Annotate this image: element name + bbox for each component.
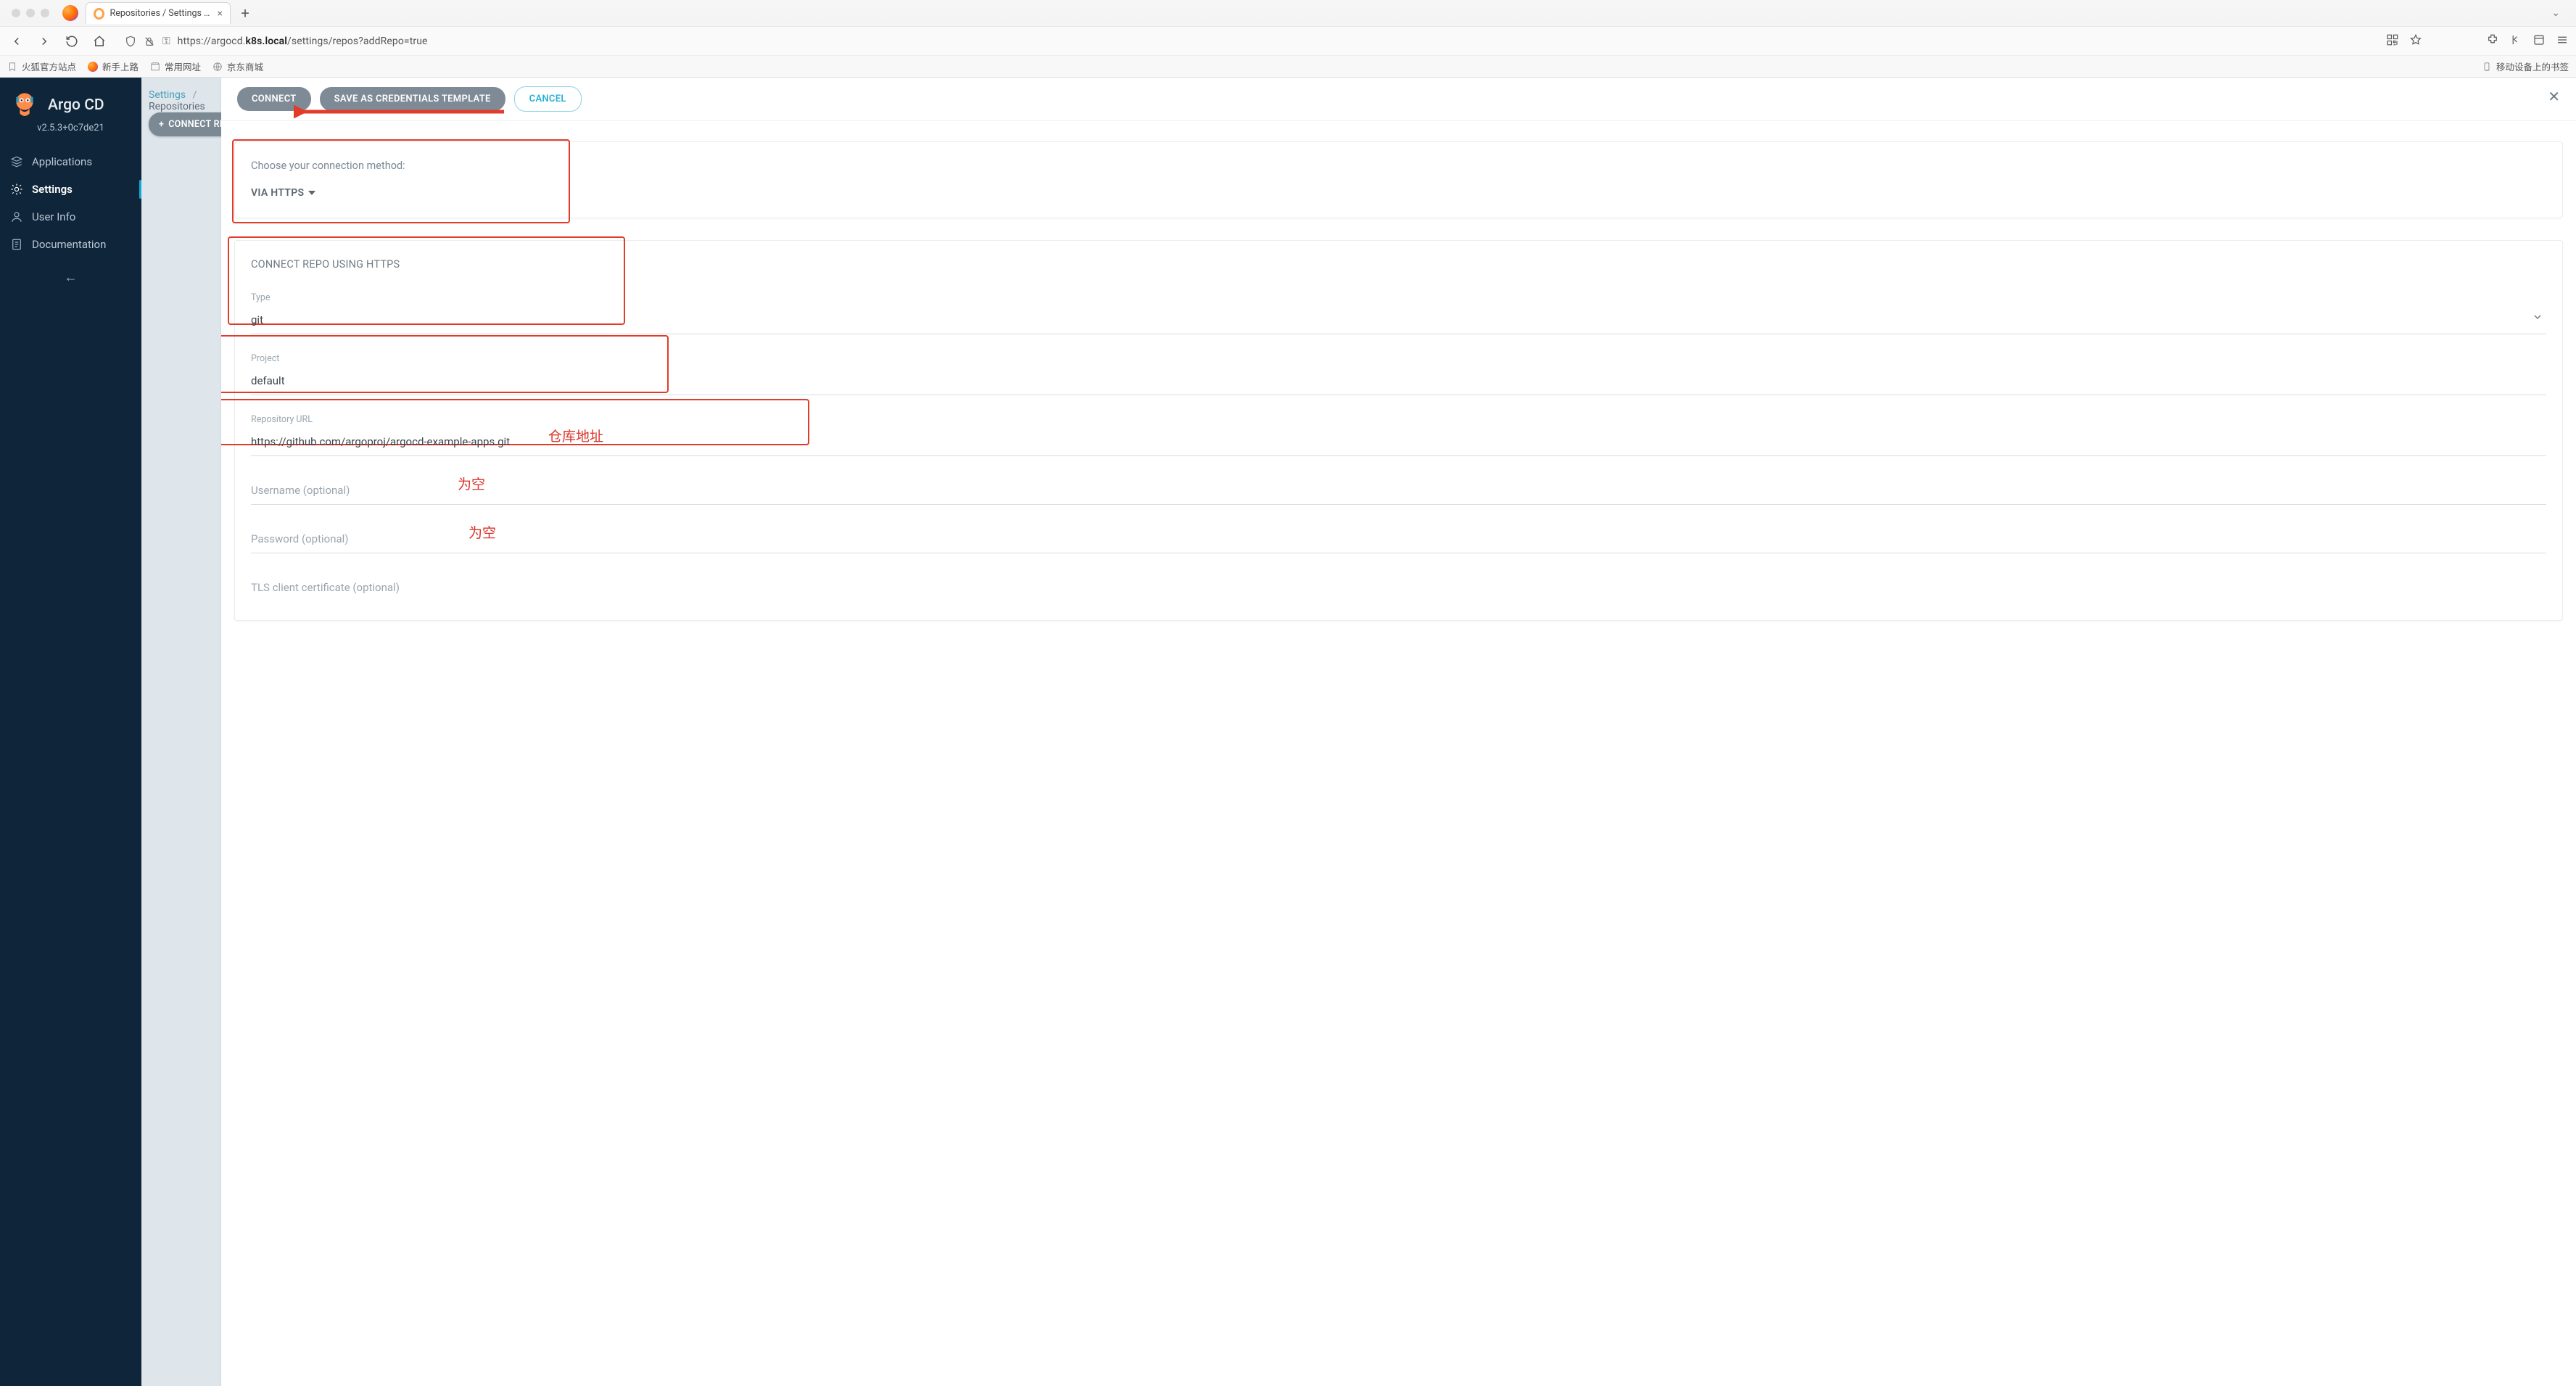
key-icon: ⚿: [162, 36, 170, 47]
account-icon[interactable]: [2532, 33, 2546, 49]
field-label: Type: [251, 292, 2546, 303]
library-icon[interactable]: [2509, 33, 2522, 49]
tabs-dropdown-icon[interactable]: ⌄: [2541, 7, 2570, 19]
sidebar-item-label: Settings: [32, 183, 73, 196]
forward-button[interactable]: [35, 32, 54, 51]
traffic-light-close[interactable]: [12, 9, 20, 17]
sidebar-item-label: Documentation: [32, 238, 106, 251]
field-repo-url: Repository URL 仓库地址: [251, 414, 2546, 456]
breadcrumb: Settings / Repositories: [149, 89, 213, 112]
window-controls: [6, 9, 55, 17]
sidebar-item-documentation[interactable]: Documentation: [0, 231, 141, 258]
method-dropdown[interactable]: VIA HTTPS: [251, 187, 315, 199]
close-tab-icon[interactable]: ×: [218, 8, 223, 20]
type-select[interactable]: [251, 309, 2546, 334]
plus-icon: +: [159, 119, 164, 130]
panel-toolbar: CONNECT SAVE AS CREDENTIALS TEMPLATE CAN…: [221, 78, 2576, 121]
field-tls-cert: [251, 577, 2546, 601]
sidebar-item-label: Applications: [32, 155, 92, 168]
sliding-panel: CONNECT SAVE AS CREDENTIALS TEMPLATE CAN…: [221, 78, 2576, 1386]
field-password: 为空: [251, 528, 2546, 553]
firefox-logo-icon: [62, 5, 78, 21]
traffic-light-min[interactable]: [26, 9, 35, 17]
star-icon[interactable]: [2409, 33, 2422, 49]
password-input[interactable]: [251, 528, 2546, 553]
address-bar[interactable]: ⚿ https://argocd.k8s.local/settings/repo…: [117, 36, 2377, 47]
field-project: Project: [251, 353, 2546, 395]
addons-icon[interactable]: [2486, 33, 2499, 49]
traffic-light-max[interactable]: [41, 9, 49, 17]
connect-button[interactable]: CONNECT: [237, 87, 311, 111]
back-button[interactable]: [7, 32, 26, 51]
method-label: Choose your connection method:: [251, 160, 2546, 172]
sidebar: Argo CD v2.5.3+0c7de21 Applications Sett…: [0, 78, 141, 1386]
mobile-bookmarks[interactable]: 移动设备上的书签: [2482, 59, 2569, 73]
bookmark-item[interactable]: 火狐官方站点: [7, 59, 76, 73]
url-text: https://argocd.k8s.local/settings/repos?…: [178, 36, 428, 47]
browser-tab[interactable]: Repositories / Settings - Argo C ×: [86, 2, 231, 24]
menu-icon[interactable]: [2556, 33, 2569, 49]
breadcrumb-current: Repositories: [149, 101, 205, 112]
sidebar-item-userinfo[interactable]: User Info: [0, 203, 141, 231]
save-template-button[interactable]: SAVE AS CREDENTIALS TEMPLATE: [320, 87, 505, 111]
argo-favicon-icon: [94, 8, 104, 20]
bookmark-item[interactable]: 京东商城: [212, 59, 263, 73]
username-input[interactable]: [251, 479, 2546, 505]
field-label: Project: [251, 353, 2546, 364]
field-label: Repository URL: [251, 414, 2546, 425]
collapse-sidebar-button[interactable]: ←: [0, 258, 141, 297]
sidebar-item-label: User Info: [32, 210, 75, 223]
shield-icon: [125, 36, 136, 47]
connect-https-card: CONNECT REPO USING HTTPS Type Project Re…: [234, 240, 2563, 621]
breadcrumb-link-settings[interactable]: Settings: [149, 89, 186, 101]
close-panel-icon[interactable]: ✕: [2548, 88, 2560, 105]
sidebar-item-applications[interactable]: Applications: [0, 148, 141, 176]
field-username: 为空: [251, 479, 2546, 505]
version-text: v2.5.3+0c7de21: [0, 123, 141, 144]
field-type: Type: [251, 292, 2546, 334]
tls-cert-input[interactable]: [251, 577, 2546, 601]
chevron-down-icon: [2532, 311, 2543, 326]
home-button[interactable]: [90, 32, 109, 51]
argo-logo-icon: [10, 91, 39, 120]
repo-url-input[interactable]: [251, 431, 2546, 456]
sidebar-item-settings[interactable]: Settings: [0, 176, 141, 203]
lock-strike-icon: [144, 36, 155, 47]
new-tab-button[interactable]: +: [235, 3, 255, 23]
project-input[interactable]: [251, 370, 2546, 395]
connection-method-card: Choose your connection method: VIA HTTPS: [234, 141, 2563, 218]
brand-title: Argo CD: [48, 96, 104, 114]
qr-icon[interactable]: [2386, 33, 2399, 49]
reload-button[interactable]: [62, 32, 81, 51]
page-backdrop: Settings / Repositories + CONNECT REPO: [141, 78, 221, 1386]
section-title: CONNECT REPO USING HTTPS: [251, 258, 2546, 271]
browser-chrome: Repositories / Settings - Argo C × + ⌄ ⚿…: [0, 0, 2576, 78]
cancel-button[interactable]: CANCEL: [514, 86, 582, 112]
caret-down-icon: [308, 191, 315, 195]
bookmark-item[interactable]: 新手上路: [88, 59, 139, 73]
tab-title: Repositories / Settings - Argo C: [110, 8, 212, 19]
bookmark-item[interactable]: 常用网址: [150, 59, 201, 73]
